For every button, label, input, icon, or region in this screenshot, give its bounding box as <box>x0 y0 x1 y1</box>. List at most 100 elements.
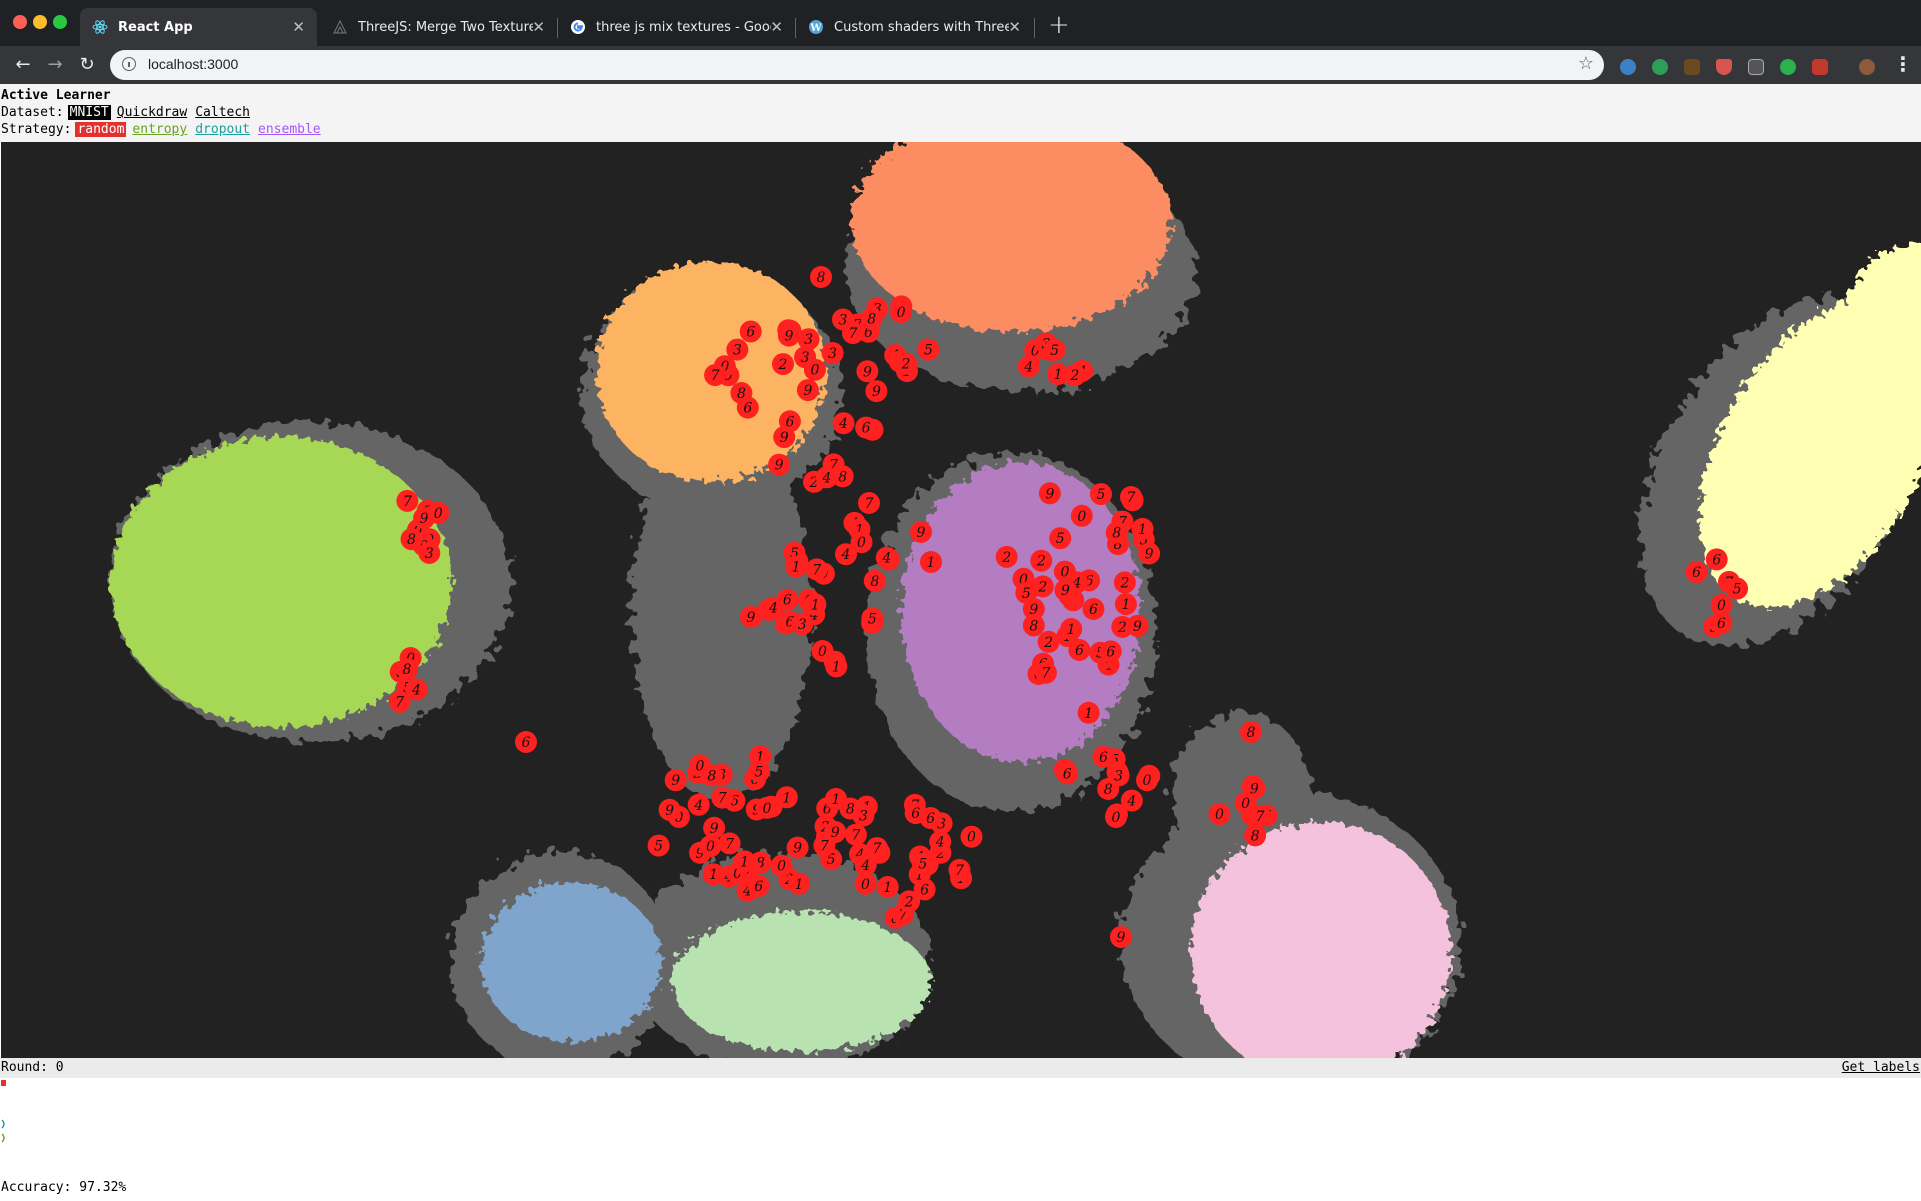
selected-sample-glyph: 7 <box>1041 666 1050 682</box>
selected-sample-glyph: 4 <box>1023 360 1033 376</box>
google-icon <box>570 19 586 35</box>
selected-sample-glyph: 7 <box>865 496 874 512</box>
selected-sample-glyph: 0 <box>1143 773 1152 789</box>
threejs-icon <box>332 19 348 35</box>
selected-sample-glyph: 7 <box>1256 809 1265 825</box>
selected-sample-glyph: 4 <box>881 551 891 567</box>
selected-sample-glyph: 0 <box>818 644 827 660</box>
extension-icon-4[interactable] <box>1716 59 1732 75</box>
selected-sample-glyph: 0 <box>1112 810 1121 826</box>
selected-sample-glyph: 9 <box>1145 547 1154 563</box>
selected-sample-glyph: 1 <box>811 597 820 613</box>
selected-sample-glyph: 6 <box>1099 750 1108 766</box>
selected-sample-glyph: 9 <box>917 525 926 541</box>
selected-sample-glyph: 7 <box>395 695 404 711</box>
selected-sample-glyph: 2 <box>1043 635 1053 651</box>
selected-sample-glyph: 3 <box>1114 769 1123 785</box>
get-labels-button[interactable]: Get labels <box>1842 1060 1920 1075</box>
back-icon[interactable]: ← <box>8 46 38 84</box>
selected-sample-glyph: 9 <box>710 821 719 837</box>
selected-sample-glyph: 0 <box>1060 565 1069 581</box>
extension-icon-6[interactable] <box>1780 59 1796 75</box>
bookmark-star-icon[interactable]: ☆ <box>1578 53 1594 74</box>
selected-sample-glyph: 8 <box>1251 828 1260 844</box>
strategy-option-ensemble[interactable]: ensemble <box>256 122 323 137</box>
selected-sample-glyph: 0 <box>1717 598 1726 614</box>
tab-custom-shaders[interactable]: W Custom shaders with Three.JS ✕ <box>796 8 1033 46</box>
selected-sample-glyph: 8 <box>867 312 876 328</box>
dataset-option-caltech[interactable]: Caltech <box>193 105 252 120</box>
selected-sample-glyph: 7 <box>820 838 829 854</box>
strategy-option-random[interactable]: random <box>75 122 127 137</box>
accuracy-history-chart <box>1 1080 6 1143</box>
selected-sample-glyph: 9 <box>775 458 784 474</box>
selected-sample-glyph: 7 <box>711 368 720 384</box>
address-bar[interactable]: localhost:3000 ☆ <box>110 50 1604 80</box>
close-tab-icon[interactable]: ✕ <box>292 18 305 36</box>
extension-icon-7[interactable] <box>1812 59 1828 75</box>
embedding-scatter-plot: 0169470856439441296916934481670744105096… <box>111 142 1921 1058</box>
selected-sample-glyph: 2 <box>1037 579 1047 595</box>
embedding-canvas[interactable]: 0169470856439441296916934481670744105096… <box>1 142 1921 1058</box>
address-url: localhost:3000 <box>148 56 239 72</box>
selected-sample-glyph: 0 <box>1241 796 1250 812</box>
selected-sample-glyph: 6 <box>785 414 794 430</box>
dataset-option-quickdraw[interactable]: Quickdraw <box>115 105 189 120</box>
selected-sample-glyph: 9 <box>1045 486 1054 502</box>
tab-react-app[interactable]: React App ✕ <box>80 8 317 46</box>
tab-threejs-merge[interactable]: ThreeJS: Merge Two Textures ✕ <box>320 8 557 46</box>
extension-icon-2[interactable] <box>1652 59 1668 75</box>
selected-sample-glyph: 8 <box>1029 618 1038 634</box>
selected-sample-glyph: 4 <box>821 470 831 486</box>
extension-icon-5[interactable] <box>1748 59 1764 75</box>
new-tab-button[interactable]: + <box>1048 10 1070 40</box>
selected-sample-glyph: 1 <box>709 867 718 883</box>
selected-sample-glyph: 9 <box>1029 602 1038 618</box>
svg-text:W: W <box>809 23 822 34</box>
selected-sample-glyph: 3 <box>804 332 813 348</box>
selected-sample-glyph: 7 <box>873 841 882 857</box>
forward-icon[interactable]: → <box>40 46 70 84</box>
reload-icon[interactable]: ↻ <box>72 46 102 84</box>
selected-sample-glyph: 2 <box>901 357 911 373</box>
tab-title: three js mix textures - Google S <box>596 19 771 35</box>
selected-sample-glyph: 6 <box>1063 767 1072 783</box>
site-info-icon[interactable] <box>122 57 136 71</box>
minimize-window-button[interactable] <box>33 15 47 29</box>
close-tab-icon[interactable]: ✕ <box>1008 18 1021 36</box>
cluster-digit-4 <box>481 882 661 1042</box>
strategy-option-entropy[interactable]: entropy <box>130 122 189 137</box>
extension-icon-3[interactable] <box>1684 59 1700 75</box>
dataset-option-mnist[interactable]: MNIST <box>67 105 111 120</box>
round-bar: Round: 0 Get labels <box>0 1058 1921 1078</box>
extension-icon-1[interactable] <box>1620 59 1636 75</box>
strategy-option-dropout[interactable]: dropout <box>193 122 252 137</box>
selected-sample-glyph: 5 <box>755 764 764 780</box>
selected-sample-glyph: 7 <box>1127 490 1136 506</box>
close-tab-icon[interactable]: ✕ <box>532 18 545 36</box>
selected-sample-glyph: 5 <box>1733 582 1742 598</box>
selected-sample-glyph: 3 <box>828 346 837 362</box>
close-window-button[interactable] <box>13 15 27 29</box>
selected-sample-glyph: 8 <box>1247 725 1256 741</box>
selected-sample-glyph: 1 <box>740 854 749 870</box>
selected-sample-glyph: 6 <box>522 735 531 751</box>
round-counter: Round: 0 <box>1 1060 64 1075</box>
tab-title: Custom shaders with Three.JS <box>834 19 1009 35</box>
strategy-label: Strategy: <box>1 122 72 137</box>
close-tab-icon[interactable]: ✕ <box>770 18 783 36</box>
selected-sample-glyph: 5 <box>1097 487 1106 503</box>
selected-sample-glyph: 1 <box>1084 706 1093 722</box>
selected-sample-glyph: 5 <box>654 839 663 855</box>
profile-avatar[interactable] <box>1859 59 1875 75</box>
browser-menu-icon[interactable]: ⋮ <box>1893 54 1913 74</box>
selected-sample-glyph: 6 <box>1717 616 1726 632</box>
selected-sample-glyph: 4 <box>411 683 421 699</box>
selected-sample-glyph: 6 <box>746 325 755 341</box>
maximize-window-button[interactable] <box>53 15 67 29</box>
selected-sample-glyph: 0 <box>706 839 715 855</box>
selected-sample-glyph: 7 <box>812 562 821 578</box>
tab-google-search[interactable]: three js mix textures - Google S ✕ <box>558 8 795 46</box>
selected-sample-glyph: 0 <box>696 758 705 774</box>
selected-sample-glyph: 3 <box>801 350 810 366</box>
